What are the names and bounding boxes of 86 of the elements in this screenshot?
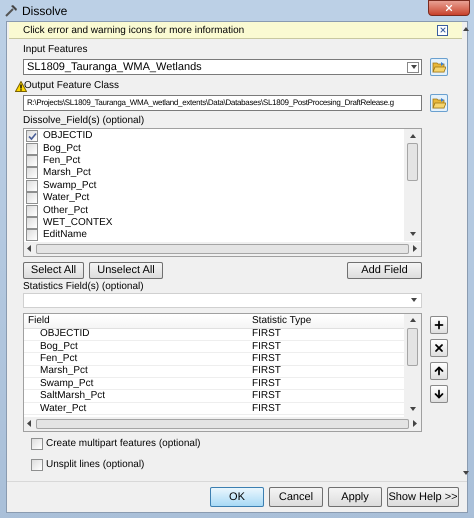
scroll-arrow-icon[interactable] xyxy=(26,420,33,428)
column-header[interactable]: Statistic Type xyxy=(252,314,312,327)
field-name: OBJECTID xyxy=(43,130,92,142)
table-cell: FIRST xyxy=(252,353,281,365)
scrollbar-thumb[interactable] xyxy=(36,244,409,254)
arrow-down-icon xyxy=(433,388,445,400)
table-cell: FIRST xyxy=(252,365,281,378)
option-label: Create multipart features (optional) xyxy=(46,438,201,450)
scroll-arrow-icon[interactable] xyxy=(26,245,33,252)
browse-folder-button[interactable] xyxy=(430,94,448,112)
scroll-arrow-icon[interactable] xyxy=(409,132,416,140)
field-checkbox[interactable] xyxy=(26,216,38,229)
horizontal-scrollbar[interactable] xyxy=(24,242,421,256)
remove-row-button[interactable] xyxy=(430,338,448,357)
field-name: Marsh_Pct xyxy=(43,167,91,180)
vertical-scrollbar[interactable] xyxy=(404,314,421,417)
info-message: Click error and warning icons for more information xyxy=(23,24,246,38)
scrollbar-thumb[interactable] xyxy=(407,143,418,181)
table-cell: FIRST xyxy=(252,328,281,340)
horizontal-scrollbar[interactable] xyxy=(24,416,421,431)
close-button[interactable] xyxy=(428,0,470,16)
table-cell-text: Swamp_Pct xyxy=(39,378,94,390)
window-title: Dissolve xyxy=(22,2,68,20)
field-name: Bog_Pct xyxy=(43,142,81,155)
field-label: Input Features xyxy=(23,44,88,56)
field-name: EditName xyxy=(43,229,87,242)
add-field-button[interactable]: Add Field xyxy=(347,262,422,279)
field-name: Fen_Pct xyxy=(43,154,80,167)
field-checkbox[interactable] xyxy=(26,142,38,155)
scrollbar-thumb[interactable] xyxy=(407,328,418,366)
field-name: Water_Pct xyxy=(43,192,90,204)
dialog-button[interactable]: Show Help >> xyxy=(387,487,459,507)
scroll-arrow-icon[interactable] xyxy=(409,230,416,238)
option-checkbox[interactable] xyxy=(31,438,43,450)
close-icon xyxy=(444,3,454,13)
table-cell-text: Bog_Pct xyxy=(39,340,79,353)
scroll-arrow-icon[interactable] xyxy=(462,470,469,477)
input-features-dropdown[interactable]: SL1809_Tauranga_WMA_Wetlands xyxy=(23,59,422,75)
move-down-button[interactable] xyxy=(430,384,448,403)
output-path-field[interactable]: R:\Projects\SL1809_Tauranga_WMA_wetland_extents\Data\Databases\SL1809_PostProcesing_DraftRelease.g xyxy=(23,95,422,111)
field-checkbox[interactable] xyxy=(26,204,38,217)
table-cell-text: SaltMarsh_Pct xyxy=(39,390,106,402)
field-checkbox[interactable] xyxy=(26,180,38,192)
field-label: Output Feature Class xyxy=(24,80,120,92)
close-icon xyxy=(438,26,446,34)
dropdown-arrow-button[interactable] xyxy=(407,62,419,72)
field-name: Swamp_Pct xyxy=(43,180,96,192)
dialog-button[interactable]: Cancel xyxy=(269,487,323,507)
dropdown-arrow-icon[interactable] xyxy=(410,296,417,304)
table-cell-text: Marsh_Pct xyxy=(39,365,89,378)
option-label: Unsplit lines (optional) xyxy=(46,458,144,471)
table-cell: FIRST xyxy=(252,378,281,390)
table-cell-text: Fen_Pct xyxy=(39,353,78,365)
table-cell: FIRST xyxy=(252,390,281,402)
hammer-icon xyxy=(4,4,18,18)
browse-folder-button[interactable] xyxy=(430,58,448,76)
table-cell: FIRST xyxy=(252,340,281,353)
column-header[interactable]: Field xyxy=(24,314,252,327)
move-up-button[interactable] xyxy=(430,362,448,380)
field-checkbox[interactable] xyxy=(26,130,38,142)
arrow-up-icon xyxy=(433,364,445,377)
field-checkbox[interactable] xyxy=(26,192,38,204)
dialog-button[interactable]: OK xyxy=(210,487,264,507)
field-checkbox[interactable] xyxy=(26,154,38,167)
field-checkbox[interactable] xyxy=(26,167,38,180)
field-label: Dissolve_Field(s) (optional) xyxy=(23,115,146,127)
close-icon xyxy=(433,342,445,354)
table-cell-text: Water_Pct xyxy=(39,402,88,415)
table-cell-text: OBJECTID xyxy=(39,328,90,340)
scroll-arrow-icon[interactable] xyxy=(462,26,469,33)
option-checkbox[interactable] xyxy=(31,458,43,471)
field-checkbox[interactable] xyxy=(26,229,38,242)
dropdown-arrow-icon[interactable] xyxy=(410,64,416,70)
close-info-button[interactable] xyxy=(437,24,448,36)
plus-icon xyxy=(433,318,445,331)
add-row-button[interactable] xyxy=(430,316,448,334)
field-label: Statistics Field(s) (optional) xyxy=(23,280,145,293)
scrollbar-thumb[interactable] xyxy=(36,418,409,429)
select-all-button[interactable]: Select All xyxy=(23,262,84,279)
scroll-arrow-icon[interactable] xyxy=(409,317,416,324)
dialog-button[interactable]: Apply xyxy=(328,487,382,507)
field-name: WET_CONTEX xyxy=(43,216,112,229)
field-name: Other_Pct xyxy=(43,204,88,217)
unselect-all-button[interactable]: Unselect All xyxy=(89,262,163,279)
table-cell: FIRST xyxy=(252,402,281,415)
vertical-scrollbar[interactable] xyxy=(404,129,421,241)
